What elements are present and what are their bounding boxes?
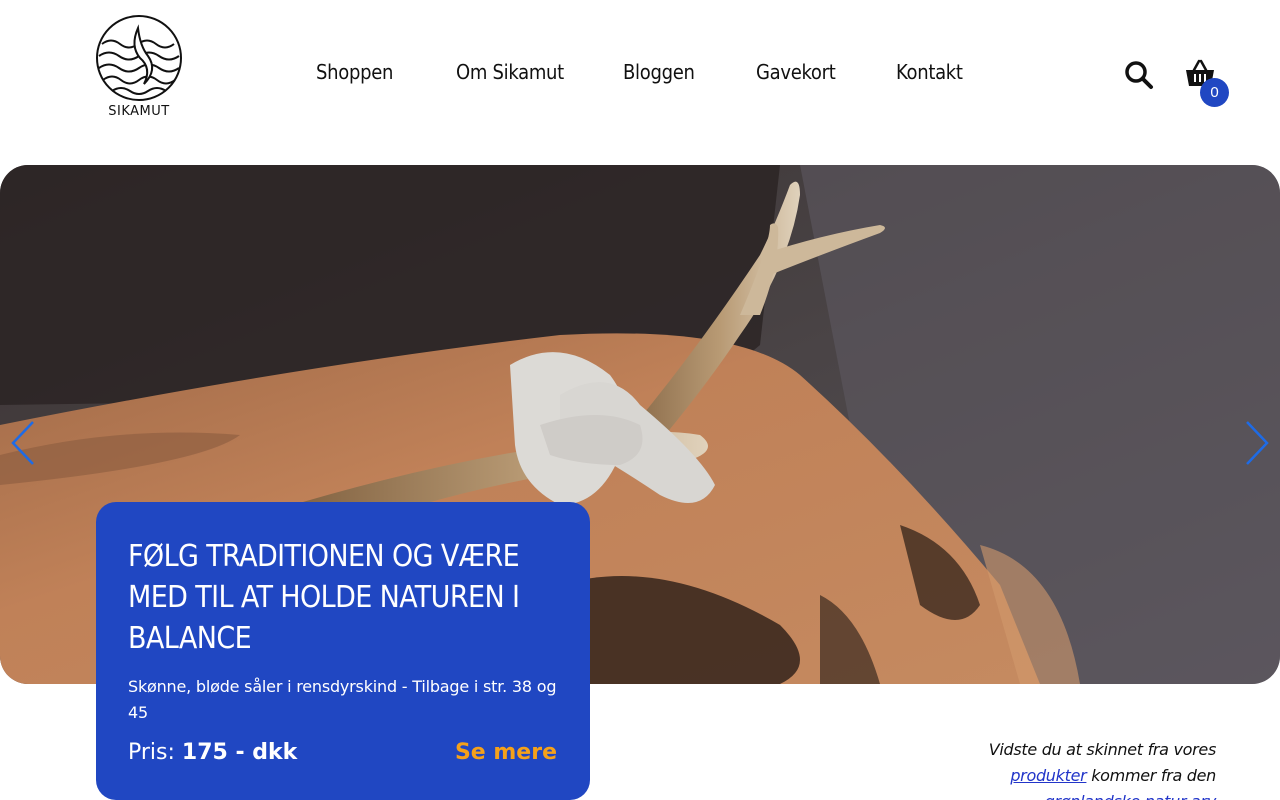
- cart-button[interactable]: 0: [1184, 58, 1232, 108]
- nav-bloggen[interactable]: Bloggen: [623, 60, 695, 84]
- search-button[interactable]: [1124, 60, 1154, 90]
- logo-emblem: [96, 15, 182, 101]
- slider-prev-button[interactable]: [9, 420, 39, 466]
- info-text-1: Vidste du at skinnet fra vores: [988, 740, 1217, 759]
- nav-shoppen[interactable]: Shoppen: [316, 60, 393, 84]
- info-text: Vidste du at skinnet fra vores produkter…: [940, 737, 1217, 800]
- info-text-2: kommer fra den: [1091, 766, 1216, 785]
- price-label: Pris:: [128, 740, 175, 765]
- hero-price: Pris: 175 - dkk: [128, 740, 297, 765]
- chevron-right-icon: [1246, 421, 1269, 465]
- logo-text: SIKAMUT: [108, 104, 170, 119]
- cart-count-badge: 0: [1200, 78, 1229, 107]
- chevron-left-icon: [11, 421, 34, 465]
- nav-gavekort[interactable]: Gavekort: [756, 60, 836, 84]
- products-link[interactable]: produkter: [1010, 766, 1086, 785]
- see-more-link[interactable]: Se mere: [455, 740, 557, 765]
- nature-link[interactable]: grønlandske natur arv: [1045, 792, 1217, 800]
- price-value: 175 - dkk: [181, 740, 298, 765]
- hero-product-card: FØLG TRADITIONEN OG VÆRE MED TIL AT HOLD…: [96, 502, 590, 800]
- main-nav: Shoppen Om Sikamut Bloggen Gavekort Kont…: [0, 60, 1280, 90]
- search-icon: [1125, 61, 1153, 89]
- hero-title: FØLG TRADITIONEN OG VÆRE MED TIL AT HOLD…: [128, 539, 520, 656]
- nav-om-sikamut[interactable]: Om Sikamut: [456, 60, 564, 84]
- nav-kontakt[interactable]: Kontakt: [896, 60, 963, 84]
- site-header: SIKAMUT Shoppen Om Sikamut Bloggen Gavek…: [0, 0, 1280, 165]
- slider-next-button[interactable]: [1241, 420, 1271, 466]
- hero-subtitle: Skønne, bløde såler i rensdyrskind - Til…: [128, 677, 557, 722]
